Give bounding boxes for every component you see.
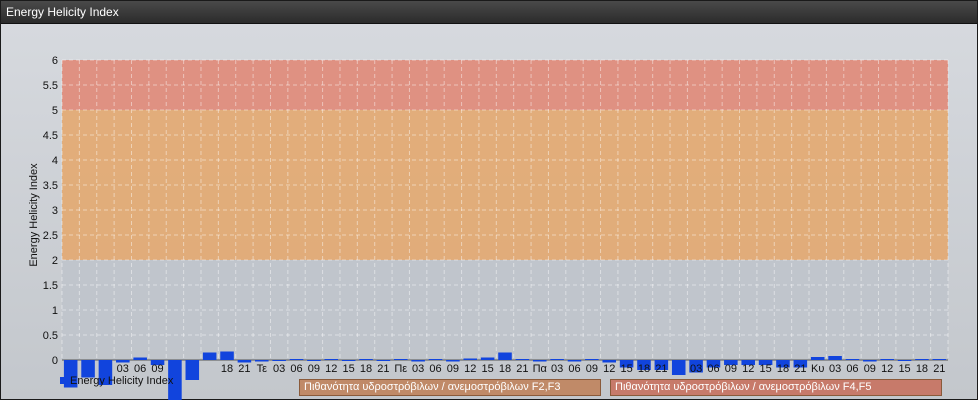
x-tick-label: 12 (464, 363, 476, 375)
bar (359, 359, 373, 360)
x-tick-label: 06 (568, 363, 580, 375)
bar (585, 359, 599, 360)
bar (307, 360, 321, 361)
bar (220, 351, 234, 360)
x-tick-label: Τε (257, 363, 268, 375)
x-tick-label: 18 (221, 363, 233, 375)
bar (463, 358, 478, 360)
x-tick-label: 21 (933, 363, 945, 375)
bar (532, 360, 547, 362)
y-tick-label: 5 (52, 105, 58, 117)
y-tick-label: 2 (52, 255, 58, 267)
x-tick-label: 03 (117, 363, 129, 375)
x-tick-label: 03 (551, 363, 563, 375)
bar (863, 360, 877, 362)
bar (480, 357, 495, 360)
bar (393, 359, 408, 360)
bar (272, 360, 286, 361)
bar (446, 360, 460, 362)
bar (550, 359, 564, 360)
x-tick-label: 03 (412, 363, 424, 375)
x-tick-label: 21 (377, 363, 389, 375)
x-tick-label: 09 (151, 363, 163, 375)
x-tick-label: Πε (394, 363, 407, 375)
y-tick-label: 3.5 (43, 180, 58, 192)
bar (828, 356, 842, 360)
y-tick-label: 4.5 (43, 130, 58, 142)
bar (498, 352, 512, 360)
bar (897, 360, 912, 361)
x-tick-label: 06 (429, 363, 441, 375)
x-tick-label: 18 (777, 363, 789, 375)
y-tick-label: 1.5 (43, 280, 58, 292)
bar (932, 359, 947, 360)
legend-band-f4f5-label: Πιθανότητα υδροστρόβιλων / ανεμοστρόβιλω… (615, 381, 872, 393)
bar (202, 352, 217, 360)
bar (810, 357, 825, 360)
x-tick-label: 21 (238, 363, 250, 375)
x-tick-label: 21 (794, 363, 806, 375)
x-tick-label: 18 (360, 363, 372, 375)
bar (324, 359, 339, 360)
x-tick-label: 09 (586, 363, 598, 375)
bar (515, 359, 530, 360)
y-tick-label: 6 (52, 55, 58, 67)
bar (376, 360, 391, 361)
bar (671, 360, 686, 375)
bar (845, 359, 860, 360)
x-tick-label: Κυ (811, 363, 824, 375)
y-tick-label: 0 (52, 355, 58, 367)
y-tick-label: 3 (52, 205, 58, 217)
bar (289, 359, 304, 360)
x-tick-label: Πα (533, 363, 548, 375)
bar (255, 360, 269, 362)
x-tick-label: 21 (516, 363, 528, 375)
x-tick-label: 15 (898, 363, 910, 375)
x-tick-label: 18 (916, 363, 928, 375)
x-tick-label: 18 (499, 363, 511, 375)
helicity-chart: 0 0.5 1 1.5 2 2.5 3 3.5 4 4.5 5 5.5 6 03 06 09 18 21 Τε 03 0… (28, 55, 949, 400)
x-tick-label: 15 (343, 363, 355, 375)
series-legend[interactable]: Energy Helicity Index (60, 375, 173, 387)
legend-band-f2f3[interactable]: Πιθανότητα υδροστρόβιλων / ανεμοστρόβιλω… (299, 379, 601, 396)
legend-band-f2f3-label: Πιθανότητα υδροστρόβιλων / ανεμοστρόβιλω… (304, 381, 561, 393)
x-tick-label: 12 (742, 363, 754, 375)
x-tick-label: 03 (690, 363, 702, 375)
bar (915, 359, 929, 360)
y-tick-label: 5.5 (43, 80, 58, 92)
x-tick-label: 15 (620, 363, 632, 375)
x-tick-label: 15 (759, 363, 771, 375)
x-tick-label: 12 (325, 363, 337, 375)
x-tick-label: 09 (308, 363, 320, 375)
x-tick-label: 09 (447, 363, 459, 375)
bar (341, 360, 356, 361)
bar (880, 359, 894, 360)
x-tick-label: 06 (846, 363, 858, 375)
y-axis-label: Energy Helicity Index (28, 163, 40, 267)
bar (185, 360, 200, 380)
bar (428, 359, 443, 360)
bar (133, 357, 147, 360)
x-tick-label: 15 (482, 363, 494, 375)
y-tick-label: 1 (52, 305, 58, 317)
bar (411, 360, 425, 362)
legend-band-f4f5[interactable]: Πιθανότητα υδροστρόβιλων / ανεμοστρόβιλω… (610, 379, 942, 396)
x-tick-label: 21 (655, 363, 667, 375)
x-tick-label: 03 (829, 363, 841, 375)
series-legend-swatch (60, 377, 67, 384)
x-tick-label: 03 (273, 363, 285, 375)
series-legend-label: Energy Helicity Index (70, 375, 174, 387)
x-tick-label: 06 (707, 363, 719, 375)
x-tick-label: 09 (864, 363, 876, 375)
x-tick-label: 12 (603, 363, 615, 375)
x-tick-label: 06 (290, 363, 302, 375)
x-tick-label: 06 (134, 363, 146, 375)
bar (567, 360, 582, 362)
y-tick-label: 2.5 (43, 230, 58, 242)
x-tick-label: 12 (881, 363, 893, 375)
y-tick-label: 0.5 (43, 330, 58, 342)
x-tick-label: 18 (638, 363, 650, 375)
x-tick-label: 09 (725, 363, 737, 375)
y-tick-label: 4 (52, 155, 58, 167)
